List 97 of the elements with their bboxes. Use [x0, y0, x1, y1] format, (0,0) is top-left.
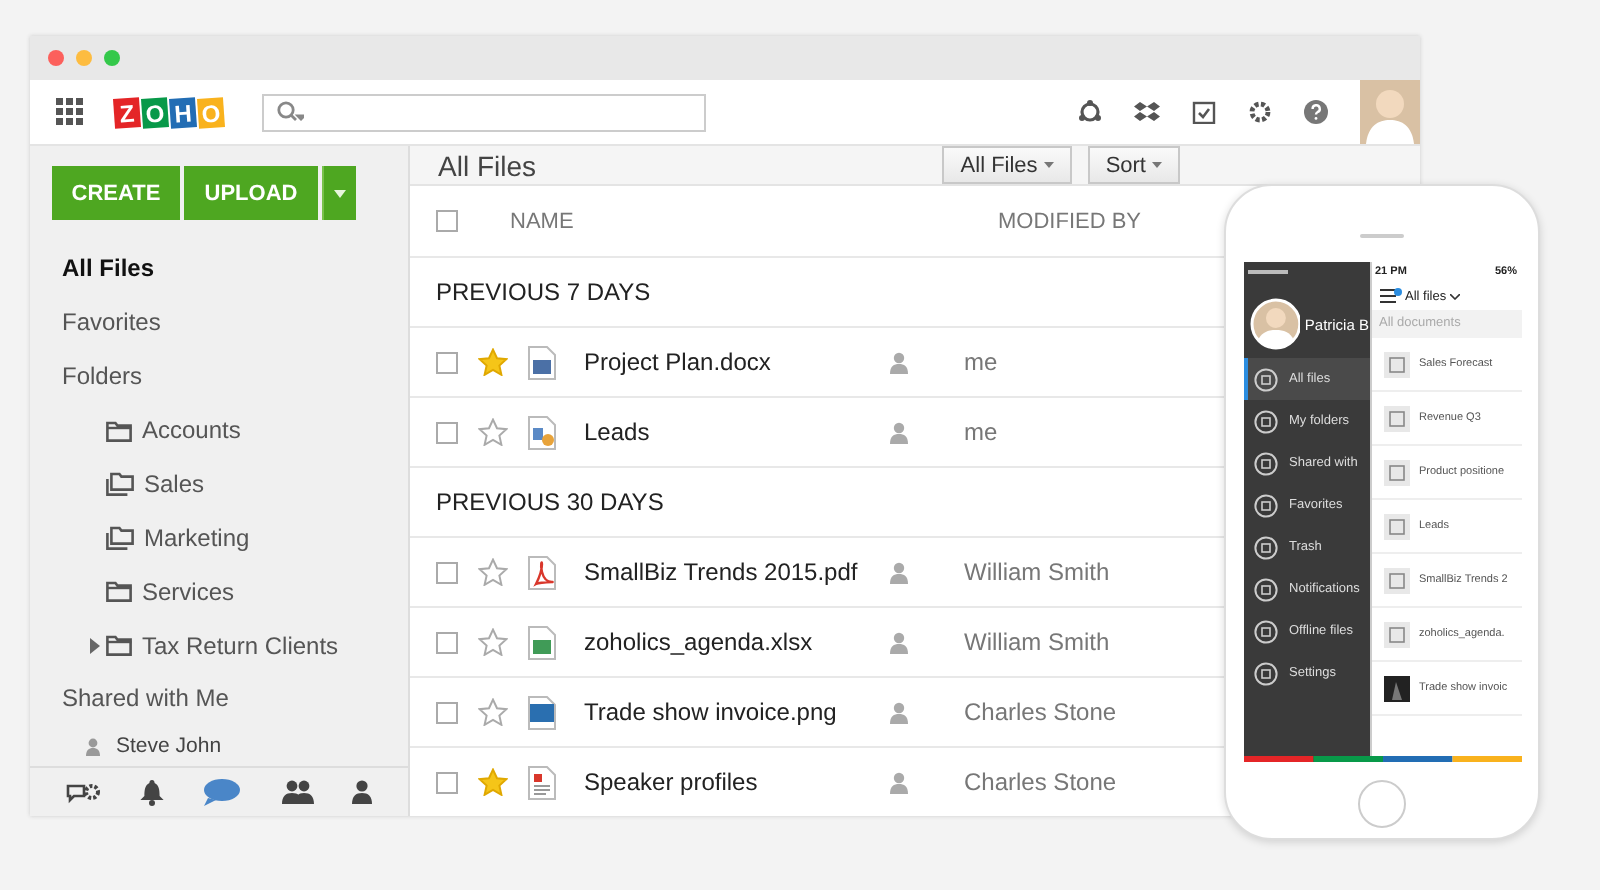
file-name[interactable]: Project Plan.docx: [584, 348, 884, 376]
file-name[interactable]: zoholics_agenda.xlsx: [584, 628, 884, 656]
logo-letter: H: [169, 96, 197, 128]
person-icon: [890, 631, 908, 653]
modified-by: me: [964, 348, 998, 376]
person-icon[interactable]: [352, 780, 373, 805]
menu-icon[interactable]: [1379, 288, 1401, 304]
caret-icon: [334, 189, 346, 197]
apps-grid-icon[interactable]: [56, 98, 84, 126]
page-title: All Files: [438, 149, 537, 181]
file-name[interactable]: Trade show invoice.png: [584, 698, 884, 726]
calendar-check-icon[interactable]: [1192, 100, 1216, 124]
person-icon: [890, 771, 908, 793]
chat-bubble-icon[interactable]: [202, 777, 243, 808]
nav-item[interactable]: All Files: [30, 242, 408, 296]
filled-star-icon[interactable]: [478, 348, 508, 376]
file-icon: [1383, 459, 1409, 485]
caret-icon: [1043, 162, 1054, 168]
close-button[interactable]: [48, 50, 64, 66]
maximize-button[interactable]: [104, 50, 120, 66]
modified-by: William Smith: [964, 558, 1110, 586]
group-heading: PREVIOUS 7 DAYS: [436, 278, 651, 306]
file-icon: [1383, 567, 1409, 593]
person-icon: [890, 351, 908, 373]
folder-item[interactable]: Services: [142, 577, 235, 606]
home-button[interactable]: [1358, 780, 1406, 828]
person-icon: [890, 701, 908, 723]
file-name[interactable]: Leads: [584, 418, 884, 446]
file-icon: [1383, 513, 1409, 539]
nav-item[interactable]: Favorites: [30, 296, 408, 350]
section-heading[interactable]: Shared with Me: [30, 672, 408, 727]
row-checkbox[interactable]: [436, 561, 458, 583]
avatar[interactable]: [1249, 298, 1301, 350]
help-icon[interactable]: [1304, 100, 1328, 124]
chat-gear-icon[interactable]: [65, 780, 102, 805]
person-icon: [890, 561, 908, 583]
dropbox-icon[interactable]: [1134, 100, 1160, 124]
circle-icon: [1253, 493, 1277, 517]
minimize-button[interactable]: [76, 50, 92, 66]
star-outline-icon[interactable]: [478, 628, 508, 656]
file-icon: [1383, 621, 1409, 647]
group-heading: PREVIOUS 30 DAYS: [436, 488, 664, 516]
modified-by: Charles Stone: [964, 768, 1117, 796]
expand-arrow-icon[interactable]: [90, 637, 100, 654]
logo-letter: O: [141, 96, 169, 128]
folder-icon: [106, 634, 132, 657]
row-checkbox[interactable]: [436, 771, 458, 793]
row-checkbox[interactable]: [436, 701, 458, 723]
star-outline-icon[interactable]: [478, 418, 508, 446]
column-header[interactable]: NAME: [510, 209, 860, 233]
logo-letter: Z: [113, 96, 141, 128]
search-icon: [276, 100, 304, 124]
circle-icon: [1253, 409, 1277, 433]
search-field[interactable]: [262, 93, 706, 131]
folder-icon: [106, 419, 132, 442]
row-checkbox[interactable]: [436, 631, 458, 653]
folder-item[interactable]: Accounts: [142, 416, 241, 445]
share-icon[interactable]: [1078, 100, 1102, 124]
filter-dropdown[interactable]: Sort: [1087, 146, 1180, 184]
circle-icon: [1253, 367, 1277, 391]
file-icon: [1383, 405, 1409, 431]
settings-icon[interactable]: [1248, 100, 1272, 124]
star-outline-icon[interactable]: [478, 558, 508, 586]
bell-icon[interactable]: [140, 779, 165, 806]
file-name[interactable]: SmallBiz Trends 2015.pdf: [584, 558, 884, 586]
caret-icon: [1152, 162, 1162, 168]
shared-folder-icon: [106, 526, 134, 551]
nav-item[interactable]: Folders: [30, 350, 408, 404]
modified-by: William Smith: [964, 628, 1110, 656]
select-all-checkbox[interactable]: [436, 210, 458, 232]
chevron-icon[interactable]: [1450, 293, 1461, 299]
person-icon: [890, 421, 908, 443]
modified-by: me: [964, 418, 998, 446]
filled-star-icon[interactable]: [478, 768, 508, 796]
circle-icon: [1253, 451, 1277, 475]
folder-item[interactable]: Sales: [144, 470, 205, 499]
upload-menu-button[interactable]: [322, 166, 356, 220]
shared-user[interactable]: Steve John: [116, 734, 222, 759]
filter-dropdown[interactable]: All Files: [942, 146, 1072, 184]
row-checkbox[interactable]: [436, 421, 458, 443]
person-icon: [86, 737, 100, 756]
people-icon[interactable]: [281, 780, 314, 805]
column-header[interactable]: MODIFIED BY: [998, 209, 1142, 233]
folder-item[interactable]: Marketing: [144, 524, 250, 553]
circle-icon: [1253, 661, 1277, 685]
circle-icon: [1253, 619, 1277, 643]
circle-icon: [1253, 577, 1277, 601]
circle-icon: [1253, 535, 1277, 559]
shared-folder-icon: [106, 472, 134, 497]
file-icon: [1383, 351, 1409, 377]
star-outline-icon[interactable]: [478, 698, 508, 726]
row-checkbox[interactable]: [436, 351, 458, 373]
folder-icon: [106, 580, 132, 603]
folder-item[interactable]: Tax Return Clients: [142, 631, 339, 660]
modified-by: Charles Stone: [964, 698, 1117, 726]
logo-letter: O: [197, 96, 225, 128]
file-name[interactable]: Speaker profiles: [584, 768, 884, 796]
